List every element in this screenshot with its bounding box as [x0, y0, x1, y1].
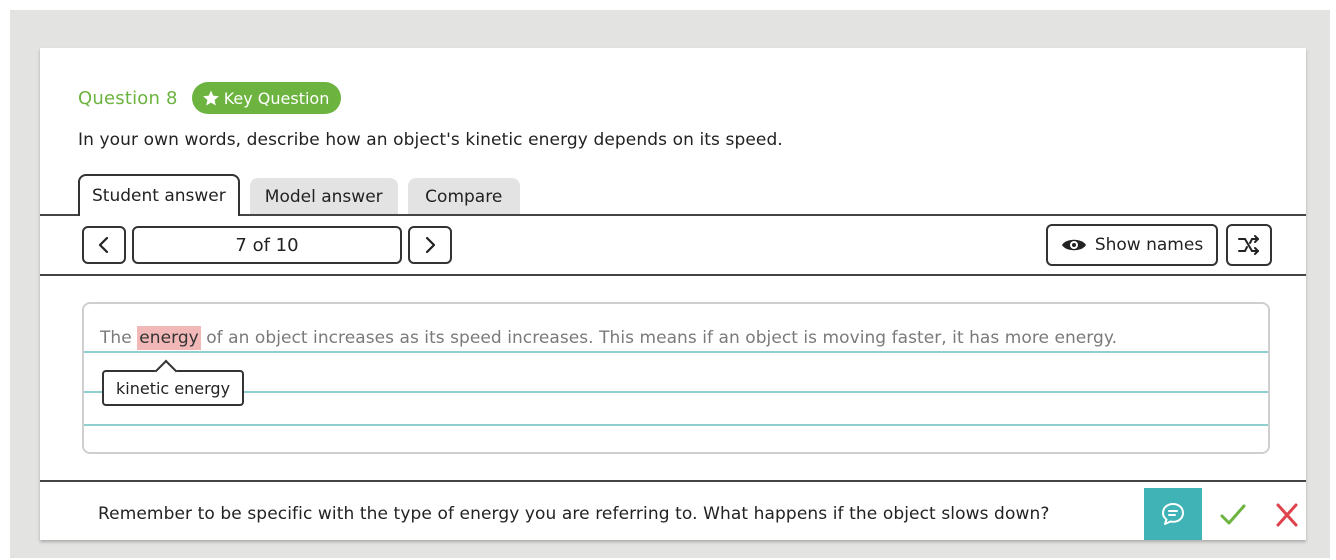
tab-model-answer[interactable]: Model answer — [249, 178, 398, 216]
ruled-line — [84, 351, 1268, 353]
page-indicator: 7 of 10 — [132, 226, 402, 264]
comment-icon — [1162, 503, 1184, 525]
question-number: Question 8 — [78, 87, 178, 109]
show-names-label: Show names — [1094, 235, 1204, 255]
ruled-line — [84, 391, 1268, 393]
highlighted-word[interactable]: energy — [137, 326, 201, 350]
previous-button[interactable] — [82, 226, 126, 264]
comment-button[interactable] — [1144, 488, 1202, 540]
question-header: Question 8 Key Question — [78, 82, 342, 114]
key-question-label: Key Question — [223, 88, 330, 108]
eye-icon — [1061, 239, 1086, 251]
ruled-line — [84, 424, 1268, 426]
check-icon — [1220, 504, 1246, 525]
mark-incorrect-button[interactable] — [1272, 500, 1302, 530]
mark-correct-button[interactable] — [1218, 500, 1248, 530]
star-icon — [202, 90, 219, 106]
question-card: Question 8 Key Question In your own word… — [40, 48, 1306, 540]
cross-icon — [1276, 503, 1298, 527]
tab-student-answer[interactable]: Student answer — [78, 174, 240, 216]
key-question-badge: Key Question — [191, 82, 342, 114]
chevron-left-icon — [98, 236, 109, 254]
chevron-right-icon — [425, 236, 436, 254]
answer-tabs: Student answer Model answer Compare — [78, 174, 530, 216]
answer-text-after: of an object increases as its speed incr… — [200, 328, 1118, 348]
divider — [40, 274, 1306, 276]
divider — [40, 480, 1306, 482]
background-frame: Question 8 Key Question In your own word… — [10, 10, 1330, 558]
tab-compare[interactable]: Compare — [407, 178, 520, 216]
student-answer-text: The energy of an object increases as its… — [100, 326, 1118, 350]
annotation-tooltip: kinetic energy — [102, 370, 245, 406]
shuffle-button[interactable] — [1226, 224, 1272, 266]
answer-text-before: The — [100, 328, 138, 348]
next-button[interactable] — [408, 226, 452, 264]
feedback-text: Remember to be specific with the type of… — [98, 504, 1050, 524]
shuffle-icon — [1238, 235, 1259, 255]
student-answer-box: The energy of an object increases as its… — [82, 302, 1270, 454]
show-names-button[interactable]: Show names — [1046, 224, 1218, 266]
question-prompt: In your own words, describe how an objec… — [78, 130, 783, 150]
